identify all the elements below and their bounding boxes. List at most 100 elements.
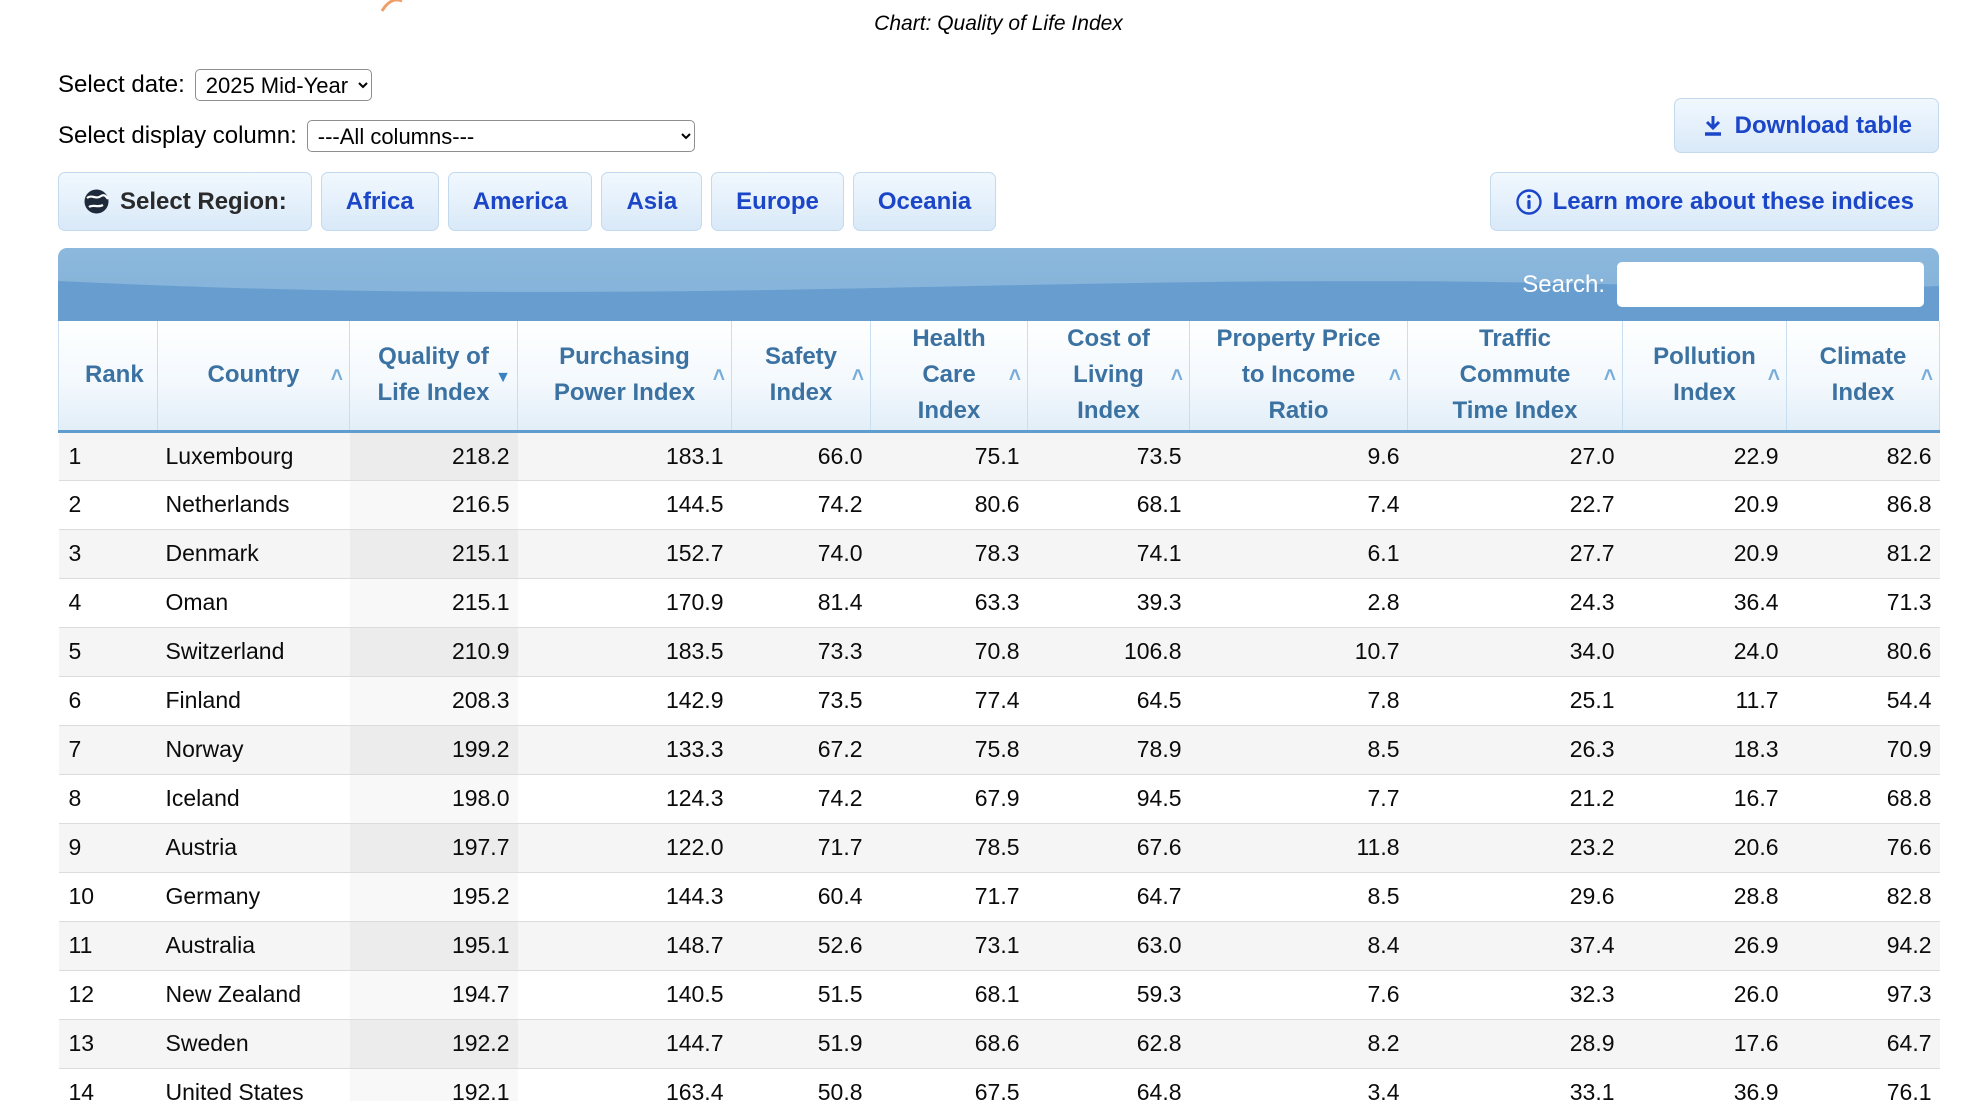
value-cell: 218.2 [350, 431, 518, 480]
value-cell: 64.7 [1787, 1019, 1940, 1068]
value-cell: 51.5 [732, 970, 871, 1019]
column-header-label: Cost of Living Index [1067, 325, 1150, 424]
value-cell: 148.7 [518, 921, 732, 970]
info-icon [1515, 188, 1543, 216]
table-row: 11Australia195.1148.752.673.163.08.437.4… [59, 921, 1940, 970]
value-cell: 70.8 [871, 627, 1028, 676]
value-cell: 77.4 [871, 676, 1028, 725]
value-cell: 8.2 [1190, 1019, 1408, 1068]
sort-asc-icon [1009, 363, 1021, 387]
value-cell: 215.1 [350, 578, 518, 627]
value-cell: 122.0 [518, 823, 732, 872]
date-select[interactable]: 2025 Mid-Year [195, 69, 372, 101]
region-button-america[interactable]: America [448, 172, 593, 231]
value-cell: 20.9 [1623, 529, 1787, 578]
value-cell: 63.3 [871, 578, 1028, 627]
quality-of-life-table: Rank Country Quality of Life Index Purch… [58, 321, 1940, 1101]
region-button-africa[interactable]: Africa [321, 172, 439, 231]
table-row: 3Denmark215.1152.774.078.374.16.127.720.… [59, 529, 1940, 578]
column-header-cost-of-living-index[interactable]: Cost of Living Index [1028, 321, 1190, 431]
search-input[interactable] [1617, 262, 1924, 307]
column-header-rank[interactable]: Rank [59, 321, 158, 431]
column-header-safety-index[interactable]: Safety Index [732, 321, 871, 431]
value-cell: 195.1 [350, 921, 518, 970]
value-cell: 74.2 [732, 774, 871, 823]
value-cell: 86.8 [1787, 480, 1940, 529]
region-button-europe[interactable]: Europe [711, 172, 844, 231]
value-cell: 142.9 [518, 676, 732, 725]
chart-fragment-icon [380, 0, 404, 12]
search-box: Search: [1522, 248, 1924, 321]
value-cell: 24.0 [1623, 627, 1787, 676]
rank-cell: 1 [59, 431, 158, 480]
country-cell: New Zealand [158, 970, 350, 1019]
value-cell: 9.6 [1190, 431, 1408, 480]
sort-asc-icon [852, 363, 864, 387]
column-header-country[interactable]: Country [158, 321, 350, 431]
value-cell: 94.5 [1028, 774, 1190, 823]
download-icon [1701, 114, 1725, 138]
value-cell: 82.6 [1787, 431, 1940, 480]
column-header-label: Health Care Index [912, 325, 985, 424]
value-cell: 6.1 [1190, 529, 1408, 578]
value-cell: 25.1 [1408, 676, 1623, 725]
value-cell: 62.8 [1028, 1019, 1190, 1068]
country-cell: Norway [158, 725, 350, 774]
table-row: 8Iceland198.0124.374.267.994.57.721.216.… [59, 774, 1940, 823]
value-cell: 37.4 [1408, 921, 1623, 970]
region-button-oceania[interactable]: Oceania [853, 172, 996, 231]
table-header-band: Search: [58, 248, 1939, 321]
value-cell: 60.4 [732, 872, 871, 921]
value-cell: 52.6 [732, 921, 871, 970]
column-header-label: Safety Index [765, 343, 837, 406]
value-cell: 197.7 [350, 823, 518, 872]
value-cell: 210.9 [350, 627, 518, 676]
region-button-asia[interactable]: Asia [601, 172, 702, 231]
value-cell: 11.7 [1623, 676, 1787, 725]
value-cell: 75.8 [871, 725, 1028, 774]
value-cell: 26.9 [1623, 921, 1787, 970]
value-cell: 59.3 [1028, 970, 1190, 1019]
value-cell: 81.4 [732, 578, 871, 627]
table-row: 13Sweden192.2144.751.968.662.88.228.917.… [59, 1019, 1940, 1068]
value-cell: 68.1 [871, 970, 1028, 1019]
value-cell: 27.0 [1408, 431, 1623, 480]
column-header-pollution-index[interactable]: Pollution Index [1623, 321, 1787, 431]
value-cell: 133.3 [518, 725, 732, 774]
sort-asc-icon [1171, 363, 1183, 387]
display-column-select[interactable]: ---All columns--- [307, 120, 695, 152]
value-cell: 34.0 [1408, 627, 1623, 676]
table-header: Rank Country Quality of Life Index Purch… [59, 321, 1940, 431]
rank-cell: 4 [59, 578, 158, 627]
value-cell: 29.6 [1408, 872, 1623, 921]
value-cell: 67.5 [871, 1068, 1028, 1101]
value-cell: 78.5 [871, 823, 1028, 872]
value-cell: 75.1 [871, 431, 1028, 480]
column-header-label: Traffic Commute Time Index [1453, 325, 1578, 424]
select-region-button[interactable]: Select Region: [58, 172, 312, 231]
table-row: 1Luxembourg218.2183.166.075.173.59.627.0… [59, 431, 1940, 480]
country-cell: United States [158, 1068, 350, 1101]
rank-cell: 11 [59, 921, 158, 970]
download-table-button[interactable]: Download table [1674, 98, 1939, 153]
value-cell: 194.7 [350, 970, 518, 1019]
column-header-health-care-index[interactable]: Health Care Index [871, 321, 1028, 431]
sort-asc-icon [713, 363, 725, 387]
column-header-label: Rank [85, 361, 144, 388]
value-cell: 68.1 [1028, 480, 1190, 529]
column-header-climate-index[interactable]: Climate Index [1787, 321, 1940, 431]
value-cell: 16.7 [1623, 774, 1787, 823]
rank-cell: 8 [59, 774, 158, 823]
country-cell: Sweden [158, 1019, 350, 1068]
column-header-quality-of-life-index[interactable]: Quality of Life Index [350, 321, 518, 431]
country-cell: Oman [158, 578, 350, 627]
column-header-purchasing-power-index[interactable]: Purchasing Power Index [518, 321, 732, 431]
table-row: 4Oman215.1170.981.463.339.32.824.336.471… [59, 578, 1940, 627]
learn-more-button[interactable]: Learn more about these indices [1490, 172, 1939, 231]
select-display-column-label: Select display column: [58, 122, 297, 150]
value-cell: 76.1 [1787, 1068, 1940, 1101]
rank-cell: 6 [59, 676, 158, 725]
column-header-traffic-commute-time-index[interactable]: Traffic Commute Time Index [1408, 321, 1623, 431]
column-header-property-price-to-income-ratio[interactable]: Property Price to Income Ratio [1190, 321, 1408, 431]
value-cell: 144.7 [518, 1019, 732, 1068]
